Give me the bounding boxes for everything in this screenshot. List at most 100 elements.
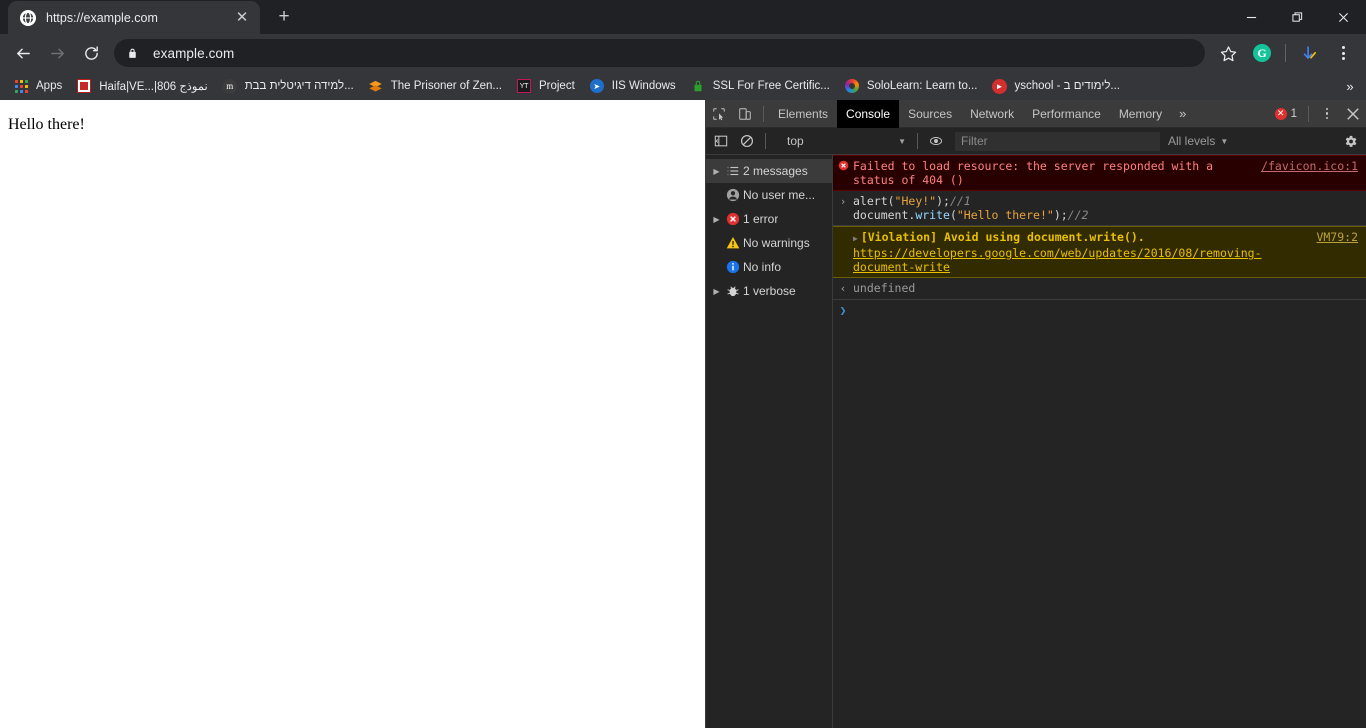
user-icon xyxy=(723,188,743,202)
console-message-list: Failed to load resource: the server resp… xyxy=(833,155,1366,728)
sidebar-item-messages[interactable]: ▶ 2 messages xyxy=(706,159,832,183)
address-bar[interactable]: example.com xyxy=(114,39,1205,67)
navigation-toolbar: example.com G xyxy=(0,34,1366,72)
clear-console-icon[interactable] xyxy=(734,128,760,154)
bookmark-favicon-icon: ► xyxy=(991,78,1007,94)
console-warning-message[interactable]: ▶ [Violation] Avoid using document.write(… xyxy=(833,226,1366,278)
console-sidebar-toggle-icon[interactable] xyxy=(708,128,734,154)
expand-triangle-icon[interactable]: ▶ xyxy=(853,234,858,243)
sidebar-item-errors[interactable]: ▶ 1 error xyxy=(706,207,832,231)
minimize-icon[interactable] xyxy=(1228,0,1274,34)
inspect-element-icon[interactable] xyxy=(706,101,732,127)
bookmarks-overflow-button[interactable]: » xyxy=(1338,72,1362,100)
browser-window: https://example.com ✕ + example.com G Ap… xyxy=(0,0,1366,728)
more-tabs-icon[interactable]: » xyxy=(1171,100,1194,128)
live-expression-icon[interactable] xyxy=(923,128,949,154)
prompt-caret-icon: ❯ xyxy=(839,304,847,317)
console-body: ▶ 2 messages No user me... ▶ 1 error No … xyxy=(706,155,1366,728)
devtools-panel: Elements Console Sources Network Perform… xyxy=(705,99,1366,728)
sidebar-item-user-messages[interactable]: No user me... xyxy=(706,183,832,207)
window-controls xyxy=(1228,0,1366,34)
browser-tab[interactable]: https://example.com ✕ xyxy=(8,1,260,34)
bookmark-apps[interactable]: Apps xyxy=(6,75,69,97)
bookmark-label: yschool - לימודים ב... xyxy=(1014,80,1121,92)
kebab-menu-icon[interactable] xyxy=(1328,38,1358,68)
sidebar-item-label: No warnings xyxy=(743,236,810,250)
tab-close-icon[interactable]: ✕ xyxy=(232,8,252,28)
bookmark-label: SSL For Free Certific... xyxy=(712,80,830,92)
bookmark-item[interactable]: SSL For Free Certific... xyxy=(683,75,837,97)
sidebar-item-label: 1 verbose xyxy=(743,284,796,298)
bookmark-favicon-icon xyxy=(368,78,384,94)
bookmark-item[interactable]: SoloLearn: Learn to... xyxy=(837,75,985,97)
log-levels-select[interactable]: All levels ▼ xyxy=(1160,134,1236,148)
violation-message-text: ▶ [Violation] Avoid using document.write(… xyxy=(853,230,1316,274)
toolbar-divider xyxy=(1285,44,1286,62)
bookmark-label: למידה דיגיטלית בבת... xyxy=(244,80,354,92)
violation-source-link[interactable]: VM79:2 xyxy=(1316,230,1366,244)
execution-context-select[interactable]: top ▼ xyxy=(777,132,912,151)
reload-button[interactable] xyxy=(76,38,106,68)
gear-icon[interactable] xyxy=(1343,134,1358,149)
code-comment-token: //2 xyxy=(1067,208,1089,222)
bookmark-item[interactable]: ► yschool - לימודים ב... xyxy=(984,75,1127,97)
violation-url-link[interactable]: https://developers.google.com/web/update… xyxy=(853,246,1262,274)
expand-triangle-icon[interactable]: ▶ xyxy=(710,167,723,176)
error-count-badge[interactable]: ✕ 1 xyxy=(1269,107,1303,120)
tab-console[interactable]: Console xyxy=(837,99,900,128)
tab-strip: https://example.com ✕ + xyxy=(0,0,1366,34)
console-filter-input[interactable] xyxy=(955,131,1160,151)
sidebar-item-info[interactable]: No info xyxy=(706,255,832,279)
console-toolbar-divider xyxy=(917,133,918,149)
bookmark-item[interactable]: The Prisoner of Zen... xyxy=(361,75,509,97)
sidebar-item-label: No user me... xyxy=(743,188,816,202)
input-arrow-icon: › xyxy=(839,195,847,208)
tab-memory[interactable]: Memory xyxy=(1110,100,1171,128)
code-token: document. xyxy=(853,208,916,222)
warning-icon xyxy=(723,236,743,250)
console-error-message[interactable]: Failed to load resource: the server resp… xyxy=(833,155,1366,191)
tab-network[interactable]: Network xyxy=(961,100,1023,128)
error-icon: ✕ xyxy=(1274,107,1287,120)
bookmark-favicon-icon xyxy=(76,78,92,94)
bookmark-label: Haifa|VE...|806 نموذج xyxy=(99,81,208,93)
tab-performance[interactable]: Performance xyxy=(1023,100,1110,128)
devtools-menu-icon[interactable] xyxy=(1314,101,1340,127)
chevron-down-icon: ▼ xyxy=(1220,136,1229,146)
bookmark-favicon-icon: ➤ xyxy=(589,78,605,94)
info-icon xyxy=(723,260,743,274)
new-tab-button[interactable]: + xyxy=(270,3,298,31)
error-icon xyxy=(723,212,743,226)
grammarly-extension-icon[interactable]: G xyxy=(1247,38,1277,68)
expand-triangle-icon[interactable]: ▶ xyxy=(710,287,723,296)
close-icon[interactable] xyxy=(1320,0,1366,34)
console-input-code: alert("Hey!");//1 document.write("Hello … xyxy=(853,194,1366,222)
bug-icon xyxy=(723,284,743,298)
bookmark-item[interactable]: m למידה דיגיטלית בבת... xyxy=(215,75,361,97)
expand-triangle-icon[interactable]: ▶ xyxy=(710,215,723,224)
bookmark-item[interactable]: Haifa|VE...|806 نموذج xyxy=(69,75,214,97)
download-edit-icon[interactable] xyxy=(1294,38,1324,68)
tab-elements[interactable]: Elements xyxy=(769,100,837,128)
forward-button[interactable] xyxy=(42,38,72,68)
back-button[interactable] xyxy=(8,38,38,68)
bookmark-item[interactable]: YT Project xyxy=(509,75,582,97)
console-prompt-row[interactable]: ❯ xyxy=(833,300,1366,321)
bookmark-label: SoloLearn: Learn to... xyxy=(866,80,978,92)
error-icon xyxy=(833,159,853,187)
console-prompt-input[interactable] xyxy=(853,303,1366,318)
restore-icon[interactable] xyxy=(1274,0,1320,34)
sidebar-item-warnings[interactable]: No warnings xyxy=(706,231,832,255)
star-icon[interactable] xyxy=(1213,38,1243,68)
bookmark-item[interactable]: ➤ IIS Windows xyxy=(582,75,683,97)
console-sidebar: ▶ 2 messages No user me... ▶ 1 error No … xyxy=(706,155,833,728)
result-value-text: undefined xyxy=(853,281,916,295)
device-toolbar-icon[interactable] xyxy=(732,101,758,127)
sidebar-item-verbose[interactable]: ▶ 1 verbose xyxy=(706,279,832,303)
error-source-link[interactable]: /favicon.ico:1 xyxy=(1261,159,1366,173)
code-comment-token: //1 xyxy=(949,194,971,208)
console-input-message[interactable]: › alert("Hey!");//1 document.write("Hell… xyxy=(833,191,1366,226)
devtools-close-icon[interactable] xyxy=(1340,101,1366,127)
tab-title: https://example.com xyxy=(46,10,158,25)
tab-sources[interactable]: Sources xyxy=(899,100,961,128)
